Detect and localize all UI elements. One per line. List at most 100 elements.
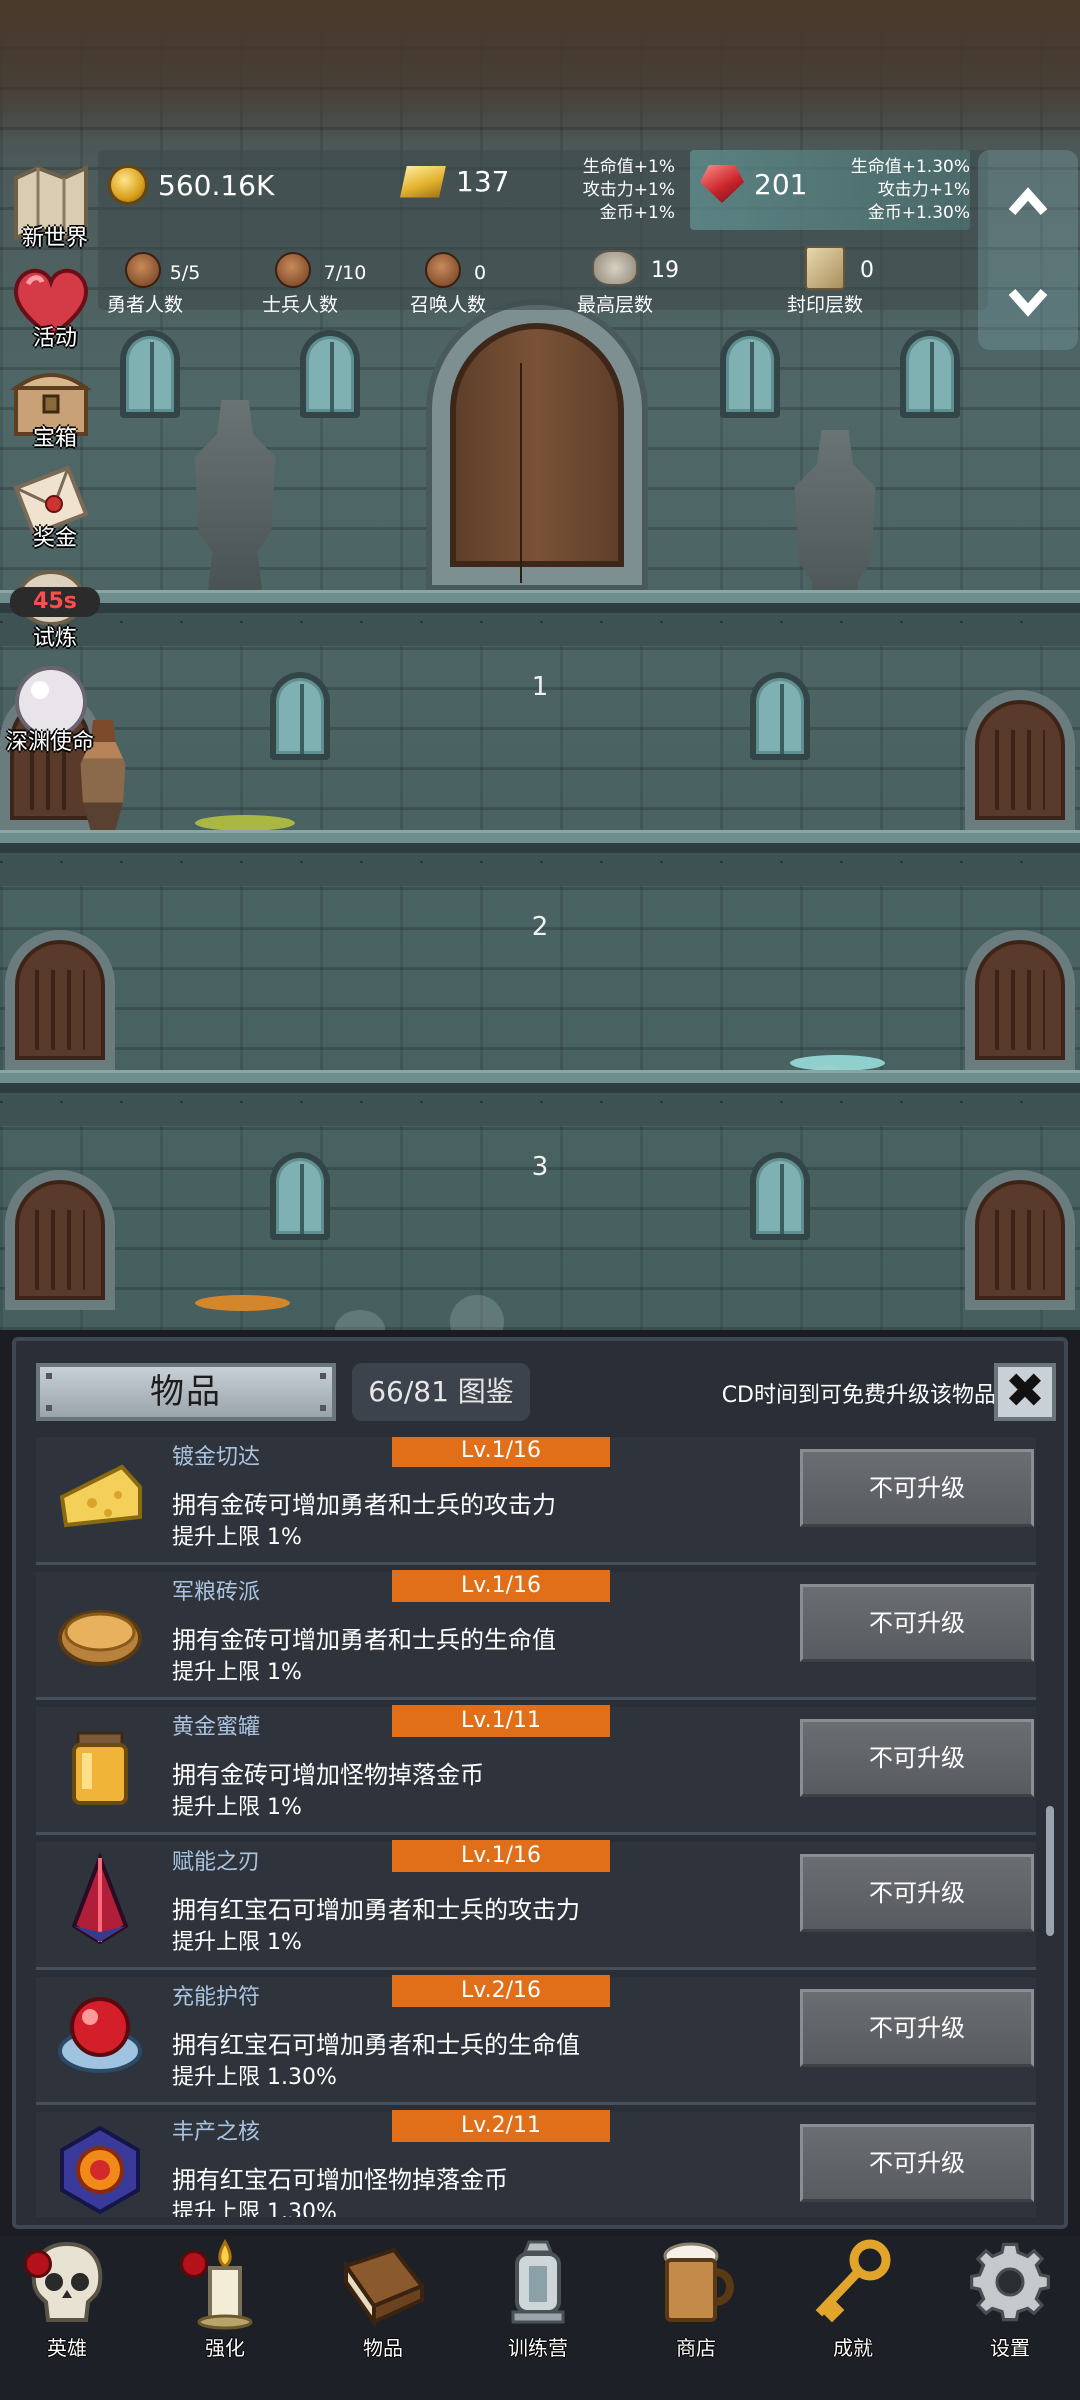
nav-heroes[interactable]: 英雄 bbox=[0, 2236, 142, 2360]
trial-timer-badge: 45s bbox=[10, 587, 100, 617]
list-item: 赋能之刃 Lv.1/16 拥有红宝石可增加勇者和士兵的攻击力 提升上限 1% 不… bbox=[36, 1840, 1036, 1970]
item-level-badge: Lv.1/16 bbox=[392, 1570, 610, 1602]
item-name: 充能护符 bbox=[172, 1985, 261, 2010]
sealed-floor-label: 封印层数 bbox=[786, 294, 863, 316]
item-name: 黄金蜜罐 bbox=[172, 1715, 261, 1740]
nav-label: 训练营 bbox=[508, 2336, 568, 2360]
sidebar-item-new-world[interactable]: 新世界 bbox=[0, 158, 100, 262]
summon-count-icon bbox=[425, 252, 461, 288]
window bbox=[750, 1152, 810, 1240]
nav-label: 物品 bbox=[363, 2336, 403, 2360]
honey-jar-icon bbox=[72, 1731, 128, 1805]
hero-count-value: 5/5 bbox=[169, 262, 201, 284]
window bbox=[300, 330, 360, 418]
bonus-hp: 生命值+1.30% bbox=[850, 157, 970, 177]
sidebar-item-abyss-mission[interactable]: 深渊使命 bbox=[0, 662, 100, 766]
upgrade-button[interactable]: 不可升级 bbox=[800, 1854, 1034, 1932]
cooldown-hint: CD时间到可免费升级该物品 bbox=[721, 1383, 996, 1408]
scroll-up-icon[interactable] bbox=[1006, 182, 1050, 222]
floor-number: 3 bbox=[531, 1152, 549, 1182]
item-level-badge: Lv.1/16 bbox=[392, 1840, 610, 1872]
items-panel: 物品 66/81 图鉴 CD时间到可免费升级该物品 ✖ 镀金切达 Lv.1/16… bbox=[12, 1337, 1068, 2229]
ruby-counter: 201 bbox=[700, 165, 807, 203]
gear-icon bbox=[969, 2242, 1051, 2322]
item-level-badge: Lv.1/16 bbox=[392, 1437, 610, 1467]
item-name: 军粮砖派 bbox=[172, 1580, 261, 1605]
bonus-gold: 金币+1.30% bbox=[867, 203, 970, 223]
nav-label: 设置 bbox=[990, 2336, 1030, 2360]
upgrade-button[interactable]: 不可升级 bbox=[800, 1989, 1034, 2067]
sidebar-item-label: 试炼 bbox=[32, 626, 77, 651]
nav-settings[interactable]: 设置 bbox=[935, 2236, 1080, 2360]
dungeon-gate[interactable] bbox=[432, 305, 642, 585]
item-limit: 提升上限 1% bbox=[172, 1795, 302, 1820]
coin-value: 560.16K bbox=[158, 168, 275, 202]
item-limit: 提升上限 1% bbox=[172, 1930, 302, 1955]
bonus-hp: 生命值+1% bbox=[582, 157, 675, 177]
floor-door bbox=[5, 930, 115, 1070]
floor-scroll-control bbox=[978, 150, 1078, 350]
nav-items[interactable]: 物品 bbox=[308, 2236, 458, 2360]
ruby-bonus-list: 生命值+1.30% 攻击力+1% 金币+1.30% bbox=[820, 156, 970, 225]
soldier-count-value: 7/10 bbox=[323, 262, 367, 284]
item-limit: 提升上限 1% bbox=[172, 1660, 302, 1685]
coin-icon bbox=[108, 165, 148, 205]
bonus-atk: 攻击力+1% bbox=[582, 180, 675, 200]
upgrade-button[interactable]: 不可升级 bbox=[800, 1584, 1034, 1662]
window bbox=[120, 330, 180, 418]
summon-count-label: 召唤人数 bbox=[409, 294, 486, 316]
slime-puddle bbox=[195, 815, 295, 831]
list-item: 黄金蜜罐 Lv.1/11 拥有金砖可增加怪物掉落金币 提升上限 1% 不可升级 bbox=[36, 1705, 1036, 1835]
list-scrollbar[interactable] bbox=[1046, 1806, 1054, 1936]
core-gem-icon bbox=[60, 2125, 140, 2215]
floor-number: 1 bbox=[531, 672, 549, 702]
notification-dot bbox=[24, 2250, 52, 2278]
item-name: 赋能之刃 bbox=[172, 1850, 261, 1875]
scroll-down-icon[interactable] bbox=[1006, 282, 1050, 322]
nav-training-camp[interactable]: 训练营 bbox=[463, 2236, 613, 2360]
beer-mug-icon bbox=[663, 2242, 734, 2322]
gold-bonus-list: 生命值+1% 攻击力+1% 金币+1% bbox=[560, 156, 675, 225]
sidebar-item-label: 深渊使命 bbox=[5, 730, 94, 755]
lantern-icon bbox=[511, 2240, 565, 2324]
list-item: 镀金切达 Lv.1/16 拥有金砖可增加勇者和士兵的攻击力 提升上限 1% 不可… bbox=[36, 1437, 1036, 1565]
close-button[interactable]: ✖ bbox=[994, 1363, 1056, 1421]
upgrade-button[interactable]: 不可升级 bbox=[800, 1719, 1034, 1797]
window bbox=[900, 330, 960, 418]
item-description: 拥有红宝石可增加怪物掉落金币 bbox=[172, 2166, 508, 2194]
upgrade-button[interactable]: 不可升级 bbox=[800, 1449, 1034, 1527]
sidebar-item-treasure[interactable]: 宝箱 bbox=[0, 358, 100, 462]
item-limit: 提升上限 1.30% bbox=[172, 2065, 337, 2090]
tab-items[interactable]: 物品 bbox=[36, 1363, 336, 1421]
key-icon bbox=[815, 2239, 891, 2323]
hero-count-icon bbox=[125, 252, 161, 288]
list-item: 丰产之核 Lv.2/11 拥有红宝石可增加怪物掉落金币 提升上限 1.30% 不… bbox=[36, 2110, 1036, 2217]
max-floor-value: 19 bbox=[651, 258, 679, 283]
bonus-gold: 金币+1% bbox=[599, 203, 675, 223]
sidebar-item-events[interactable]: 活动 bbox=[0, 258, 100, 362]
max-floor-label: 最高层数 bbox=[576, 294, 653, 316]
sidebar-item-bonus[interactable]: 奖金 bbox=[0, 458, 100, 562]
item-limit: 提升上限 1.30% bbox=[172, 2200, 337, 2217]
nav-label: 成就 bbox=[833, 2336, 873, 2360]
upgrade-button[interactable]: 不可升级 bbox=[800, 2124, 1034, 2202]
cheese-icon bbox=[59, 1464, 142, 1528]
soldier-count-icon bbox=[275, 252, 311, 288]
ruby-value: 201 bbox=[754, 167, 808, 201]
item-description: 拥有金砖可增加勇者和士兵的生命值 bbox=[172, 1626, 556, 1654]
floor-door bbox=[965, 690, 1075, 830]
codex-button[interactable]: 66/81 图鉴 bbox=[352, 1363, 530, 1421]
item-name: 丰产之核 bbox=[172, 2120, 261, 2145]
coin-counter: 560.16K bbox=[108, 165, 274, 205]
nav-enhance[interactable]: 强化 bbox=[150, 2236, 300, 2360]
nav-shop[interactable]: 商店 bbox=[621, 2236, 771, 2360]
item-list[interactable]: 镀金切达 Lv.1/16 拥有金砖可增加勇者和士兵的攻击力 提升上限 1% 不可… bbox=[36, 1437, 1056, 2217]
floor-ledge bbox=[0, 590, 1080, 646]
gold-bar-icon bbox=[400, 165, 446, 198]
window bbox=[720, 330, 780, 418]
notification-dot bbox=[180, 2250, 208, 2278]
list-item: 充能护符 Lv.2/16 拥有红宝石可增加勇者和士兵的生命值 提升上限 1.30… bbox=[36, 1975, 1036, 2105]
sidebar-item-label: 新世界 bbox=[21, 226, 88, 251]
gold-bar-counter: 137 bbox=[400, 165, 509, 198]
nav-achievements[interactable]: 成就 bbox=[778, 2236, 928, 2360]
